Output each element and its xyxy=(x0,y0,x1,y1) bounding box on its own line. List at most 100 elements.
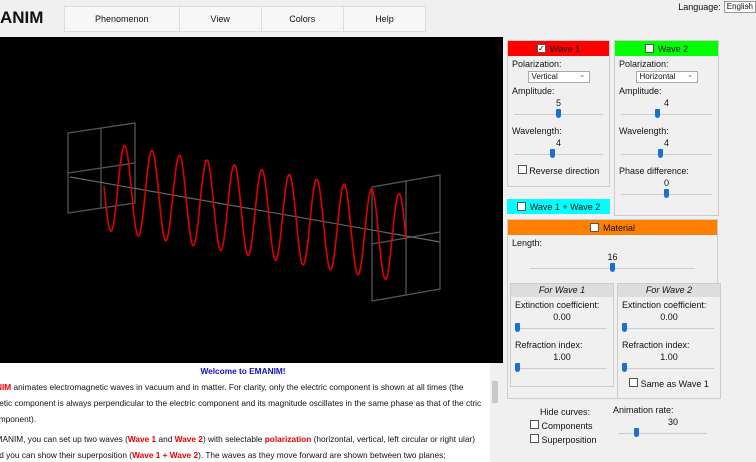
slider-thumb[interactable] xyxy=(515,323,520,332)
slider-thumb[interactable] xyxy=(655,109,660,118)
material-wave2-title: For Wave 2 xyxy=(618,284,720,297)
hide-curves-group: Hide curves: Components Superposition xyxy=(530,407,600,445)
slider-thumb[interactable] xyxy=(657,149,663,158)
p2-wave2: Wave 2 xyxy=(174,434,203,444)
wave2-polarization-select[interactable]: Horizontal xyxy=(635,70,698,83)
material-checkbox[interactable] xyxy=(589,223,599,232)
hide-components-label: Components xyxy=(541,421,593,431)
slider-thumb[interactable] xyxy=(515,363,520,372)
p2-d: ). The waves as they move forward are sh… xyxy=(198,450,446,460)
wave1-wavelength-slider[interactable] xyxy=(512,148,605,160)
wave2-amplitude-value: 4 xyxy=(663,98,669,108)
wave2-refraction-slider[interactable] xyxy=(622,362,716,374)
menu-view[interactable]: View xyxy=(180,7,262,31)
wave1-amplitude-label: Amplitude: xyxy=(512,86,555,96)
slider-thumb[interactable] xyxy=(664,189,669,198)
same-as-wave1-option[interactable]: Same as Wave 1 xyxy=(618,378,720,389)
slider-thumb[interactable] xyxy=(622,363,627,372)
left-plane-grid xyxy=(67,122,136,214)
p2-wave1: Wave 1 xyxy=(127,434,157,444)
wave1-amplitude-value: 5 xyxy=(555,98,561,108)
wave2-header[interactable]: Wave 2 xyxy=(615,41,718,56)
phase-difference-slider[interactable] xyxy=(619,188,714,200)
language-select[interactable]: English xyxy=(723,0,756,13)
material-header[interactable]: Material xyxy=(508,220,717,235)
slider-track xyxy=(619,433,707,434)
reverse-direction-checkbox[interactable] xyxy=(517,165,527,174)
phase-difference-label: Phase difference: xyxy=(619,166,689,176)
wave2-checkbox[interactable] xyxy=(644,44,654,53)
wave1-refraction-value: 1.00 xyxy=(553,352,571,362)
animation-rate-group: Animation rate: 30 xyxy=(613,405,713,439)
language-label: Language: xyxy=(678,2,721,12)
wave1-polarization-select[interactable]: Vertical xyxy=(527,70,590,83)
wave1-refraction-slider[interactable] xyxy=(515,362,609,374)
wave-canvas[interactable] xyxy=(0,37,503,363)
sum-checkbox[interactable] xyxy=(516,202,526,211)
welcome-title: Welcome to EMANIM! xyxy=(200,366,286,376)
slider-track xyxy=(624,368,714,369)
wave2-amplitude-label: Amplitude: xyxy=(619,86,662,96)
same-as-wave1-label: Same as Wave 1 xyxy=(640,379,709,389)
wave2-extinction-slider[interactable] xyxy=(622,322,716,334)
reverse-direction-label: Reverse direction xyxy=(529,166,600,176)
language-selector: Language: English xyxy=(678,0,756,13)
wave2-extinction-value: 0.00 xyxy=(660,312,678,322)
slider-thumb[interactable] xyxy=(556,109,561,118)
hide-superposition-option[interactable]: Superposition xyxy=(530,434,600,445)
hide-superposition-checkbox[interactable] xyxy=(530,434,539,443)
slider-track xyxy=(624,328,714,329)
p2-a: EMANIM, you can set up two waves ( xyxy=(0,434,128,444)
wave1-checkbox[interactable]: ✓ xyxy=(536,44,546,53)
same-as-wave1-checkbox[interactable] xyxy=(629,378,639,387)
phase-difference-value: 0 xyxy=(663,178,669,188)
menu-colors[interactable]: Colors xyxy=(262,7,344,31)
wave2-refraction-value: 1.00 xyxy=(660,352,678,362)
length-value: 16 xyxy=(607,252,618,262)
wave2-refraction-label: Refraction index: xyxy=(622,340,690,350)
wave2-wavelength-slider[interactable] xyxy=(619,148,714,160)
slider-thumb[interactable] xyxy=(622,323,627,332)
slider-track xyxy=(514,154,603,155)
emanim-name: ANIM xyxy=(0,382,12,392)
wave1-amplitude-slider[interactable] xyxy=(512,108,605,120)
wave1-extinction-label: Extinction coefficient: xyxy=(515,300,600,310)
length-slider[interactable] xyxy=(528,262,697,274)
slider-track xyxy=(621,154,712,155)
slider-thumb[interactable] xyxy=(634,428,640,437)
hide-components-checkbox[interactable] xyxy=(530,420,539,429)
wave1-wavelength-value: 4 xyxy=(555,138,561,148)
wave1-polarization-label: Polarization: xyxy=(512,59,562,69)
sum-label: Wave 1 + Wave 2 xyxy=(529,201,601,212)
wave1-extinction-slider[interactable] xyxy=(515,322,609,334)
sum-header[interactable]: Wave 1 + Wave 2 xyxy=(507,199,610,214)
info-text-panel[interactable]: Welcome to EMANIM! ANIM animates electro… xyxy=(0,363,500,462)
app-logo: ANIM xyxy=(0,8,44,27)
wave2-wavelength-value: 4 xyxy=(663,138,669,148)
length-label: Length: xyxy=(512,238,543,248)
scrollbar-thumb[interactable] xyxy=(492,381,498,403)
wave1-header[interactable]: ✓ Wave 1 xyxy=(508,41,609,56)
animation-rate-label: Animation rate: xyxy=(613,405,674,415)
wave1-curve xyxy=(103,144,407,281)
slider-thumb[interactable] xyxy=(549,149,555,158)
slider-thumb[interactable] xyxy=(610,263,615,272)
p2-sum: Wave 1 + Wave 2 xyxy=(132,450,199,460)
wave2-amplitude-slider[interactable] xyxy=(619,108,714,120)
wave1-label: Wave 1 xyxy=(549,43,581,54)
hide-components-option[interactable]: Components xyxy=(530,420,600,431)
menu-phenomenon[interactable]: Phenomenon xyxy=(65,7,180,31)
wave2-extinction-label: Extinction coefficient: xyxy=(622,300,707,310)
paragraph-2: EMANIM, you can set up two waves (Wave 1… xyxy=(0,431,486,462)
p2-and: and xyxy=(156,434,175,444)
reverse-direction-option[interactable]: Reverse direction xyxy=(508,165,609,176)
material-wave1-panel: For Wave 1 Extinction coefficient: 0.00 … xyxy=(510,283,614,387)
p2-b: ) with selectable xyxy=(202,434,265,444)
animation-rate-value: 30 xyxy=(667,417,678,427)
text-scrollbar[interactable] xyxy=(490,363,500,462)
slider-track xyxy=(621,114,712,115)
wave1-extinction-value: 0.00 xyxy=(553,312,571,322)
wave-scene xyxy=(67,122,441,302)
menu-help[interactable]: Help xyxy=(344,7,425,31)
animation-rate-slider[interactable] xyxy=(617,427,709,439)
